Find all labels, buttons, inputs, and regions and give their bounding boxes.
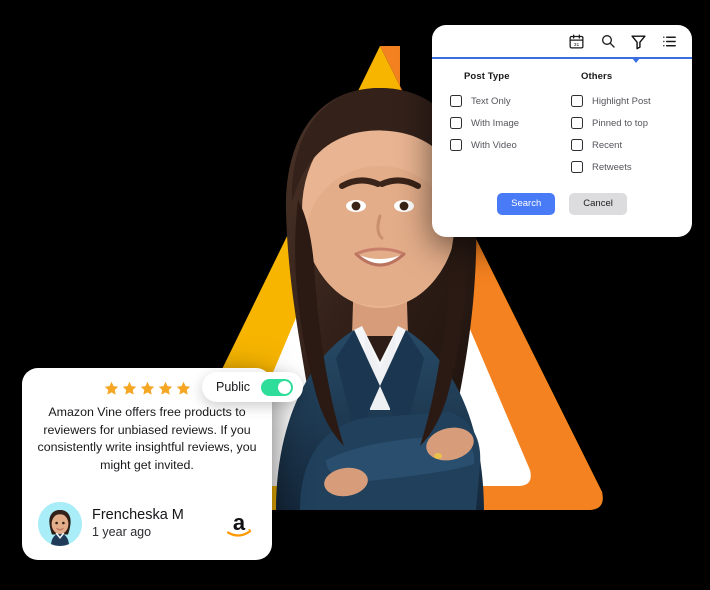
filter-option-retweets[interactable]: Retweets xyxy=(571,161,674,173)
filter-panel-toolbar: 31 xyxy=(432,25,692,57)
filter-option-with-video[interactable]: With Video xyxy=(450,139,553,151)
filter-option-label: Retweets xyxy=(592,161,632,173)
active-tab-underline xyxy=(432,57,692,59)
visibility-toggle-pill: Public xyxy=(202,372,304,402)
checkbox[interactable] xyxy=(571,117,583,129)
review-text: Amazon Vine offers free products to revi… xyxy=(37,405,257,472)
filter-option-label: With Video xyxy=(471,139,517,151)
filter-option-recent[interactable]: Recent xyxy=(571,139,674,151)
calendar-icon[interactable]: 31 xyxy=(568,33,585,50)
filter-option-pinned-to-top[interactable]: Pinned to top xyxy=(571,117,674,129)
svg-text:31: 31 xyxy=(574,41,580,47)
star-icon xyxy=(139,380,156,397)
visibility-toggle-switch[interactable] xyxy=(261,378,294,396)
filter-icon[interactable] xyxy=(630,33,647,50)
search-button[interactable]: Search xyxy=(497,193,556,215)
filter-column-post-type: Post Type Text Only With Image With Vide… xyxy=(450,71,553,183)
star-icon xyxy=(121,380,138,397)
filter-option-with-image[interactable]: With Image xyxy=(450,117,553,129)
toggle-knob xyxy=(278,380,292,394)
filter-panel-actions: Search Cancel xyxy=(432,193,692,215)
star-icon xyxy=(175,380,192,397)
filter-option-highlight-post[interactable]: Highlight Post xyxy=(571,95,674,107)
svg-text:a: a xyxy=(233,510,246,535)
checkbox[interactable] xyxy=(450,139,462,151)
filter-option-label: With Image xyxy=(471,117,520,129)
checkbox[interactable] xyxy=(571,95,583,107)
composition-canvas: 31 Post Type Text Only With Image With V… xyxy=(0,0,710,590)
filter-option-label: Pinned to top xyxy=(592,117,648,129)
filter-column-title: Post Type xyxy=(464,71,510,82)
visibility-label: Public xyxy=(216,380,251,394)
search-icon[interactable] xyxy=(599,33,616,50)
filter-panel: 31 Post Type Text Only With Image With V… xyxy=(432,25,692,237)
star-icon xyxy=(103,380,120,397)
filter-panel-body: Post Type Text Only With Image With Vide… xyxy=(432,57,692,183)
review-timestamp: 1 year ago xyxy=(92,525,152,540)
review-author-meta: Frencheska M 1 year ago xyxy=(92,507,214,540)
star-icon xyxy=(157,380,174,397)
filter-option-label: Highlight Post xyxy=(592,95,651,107)
filter-option-label: Recent xyxy=(592,139,623,151)
checkbox[interactable] xyxy=(571,161,583,173)
checkbox[interactable] xyxy=(571,139,583,151)
filter-option-text-only[interactable]: Text Only xyxy=(450,95,553,107)
active-tab-caret xyxy=(632,58,640,63)
checkbox[interactable] xyxy=(450,117,462,129)
avatar xyxy=(38,502,82,546)
review-author-name: Frencheska M xyxy=(92,507,184,524)
filter-option-label: Text Only xyxy=(471,95,511,107)
review-footer: Frencheska M 1 year ago a xyxy=(38,502,258,546)
amazon-logo-icon: a xyxy=(224,509,258,539)
avatar-photo xyxy=(38,502,82,546)
cancel-button[interactable]: Cancel xyxy=(569,193,627,215)
filter-column-others: Others Highlight Post Pinned to top Rece… xyxy=(553,71,674,183)
checkbox[interactable] xyxy=(450,95,462,107)
filter-column-title: Others xyxy=(581,71,613,82)
list-icon[interactable] xyxy=(661,33,678,50)
